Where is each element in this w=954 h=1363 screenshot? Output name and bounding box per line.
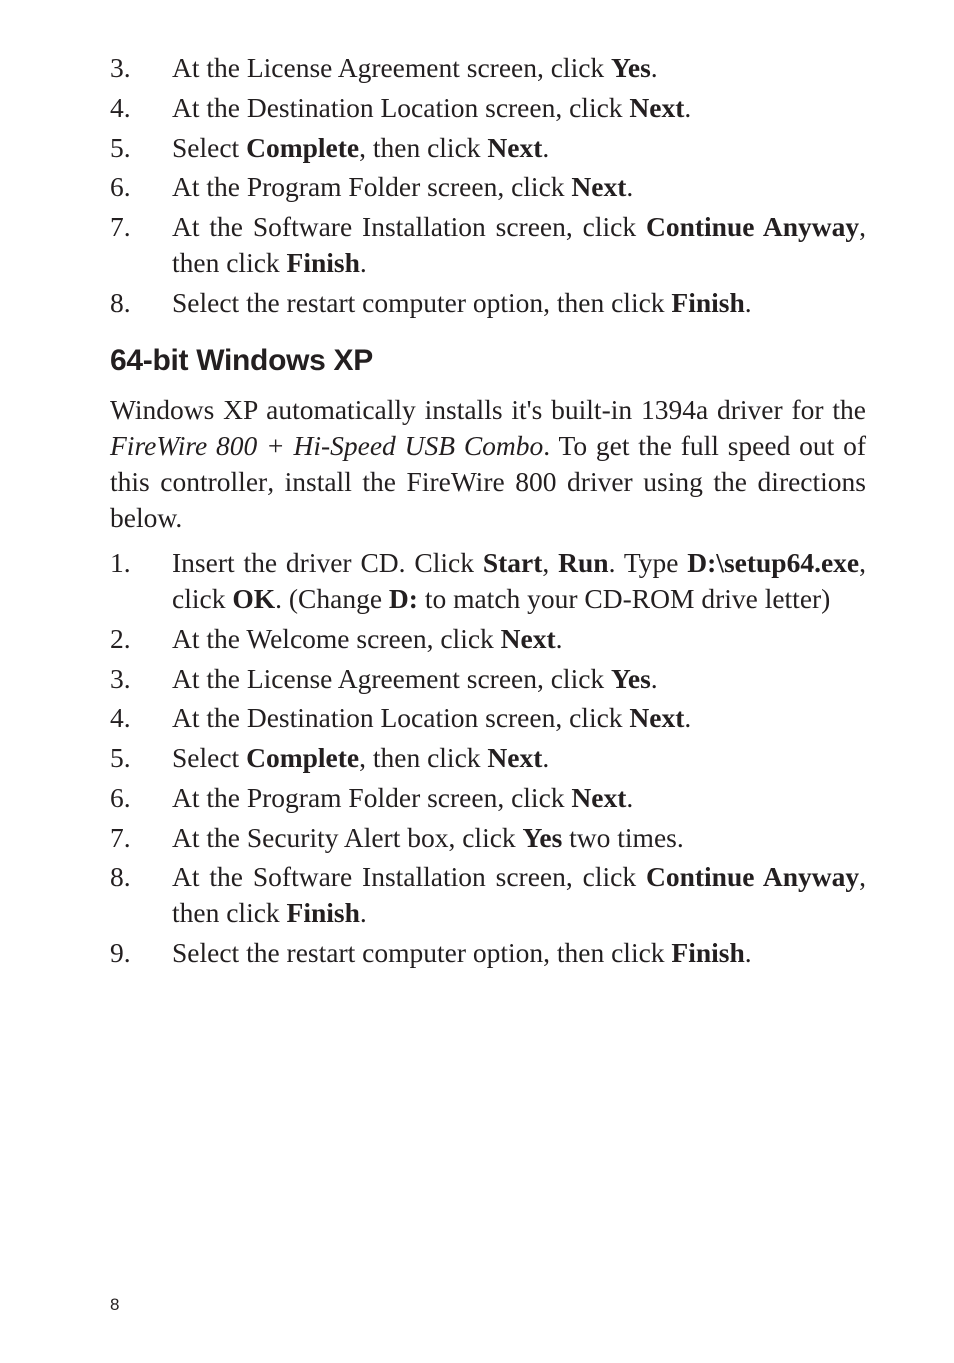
item-text: At the License Agreement screen, click Y… (172, 661, 866, 697)
item-text: At the Software Installation screen, cli… (172, 859, 866, 931)
item-text: At the Software Installation screen, cli… (172, 209, 866, 281)
item-text: At the Destination Location screen, clic… (172, 90, 866, 126)
item-number: 3. (110, 50, 172, 86)
item-text: At the Program Folder screen, click Next… (172, 169, 866, 205)
section-heading: 64-bit Windows XP (110, 344, 866, 378)
item-number: 9. (110, 935, 172, 971)
list-item: 8. At the Software Installation screen, … (110, 859, 866, 931)
item-text: At the Security Alert box, click Yes two… (172, 820, 866, 856)
list-item: 9. Select the restart computer option, t… (110, 935, 866, 971)
item-number: 3. (110, 661, 172, 697)
item-text: At the Destination Location screen, clic… (172, 700, 866, 736)
item-text: At the Program Folder screen, click Next… (172, 780, 866, 816)
item-number: 6. (110, 780, 172, 816)
list-item: 4. At the Destination Location screen, c… (110, 700, 866, 736)
list-item: 3. At the License Agreement screen, clic… (110, 661, 866, 697)
numbered-list-bottom: 1. Insert the driver CD. Click Start, Ru… (110, 545, 866, 970)
item-number: 5. (110, 740, 172, 776)
item-text: At the Welcome screen, click Next. (172, 621, 866, 657)
item-text: Select Complete, then click Next. (172, 740, 866, 776)
item-number: 5. (110, 130, 172, 166)
list-item: 3. At the License Agreement screen, clic… (110, 50, 866, 86)
list-item: 8. Select the restart computer option, t… (110, 285, 866, 321)
list-item: 6. At the Program Folder screen, click N… (110, 169, 866, 205)
intro-paragraph: Windows XP automatically installs it's b… (110, 392, 866, 535)
item-text: Select Complete, then click Next. (172, 130, 866, 166)
item-text: At the License Agreement screen, click Y… (172, 50, 866, 86)
list-item: 4. At the Destination Location screen, c… (110, 90, 866, 126)
item-number: 6. (110, 169, 172, 205)
list-item: 7. At the Security Alert box, click Yes … (110, 820, 866, 856)
page-number: 8 (110, 1295, 119, 1315)
list-item: 5. Select Complete, then click Next. (110, 740, 866, 776)
list-item: 6. At the Program Folder screen, click N… (110, 780, 866, 816)
item-text: Select the restart computer option, then… (172, 935, 866, 971)
list-item: 1. Insert the driver CD. Click Start, Ru… (110, 545, 866, 617)
list-item: 7. At the Software Installation screen, … (110, 209, 866, 281)
list-item: 5. Select Complete, then click Next. (110, 130, 866, 166)
item-number: 1. (110, 545, 172, 617)
item-text: Insert the driver CD. Click Start, Run. … (172, 545, 866, 617)
numbered-list-top: 3. At the License Agreement screen, clic… (110, 50, 866, 320)
item-text: Select the restart computer option, then… (172, 285, 866, 321)
item-number: 4. (110, 90, 172, 126)
item-number: 7. (110, 820, 172, 856)
item-number: 7. (110, 209, 172, 281)
item-number: 2. (110, 621, 172, 657)
list-item: 2. At the Welcome screen, click Next. (110, 621, 866, 657)
item-number: 8. (110, 859, 172, 931)
item-number: 8. (110, 285, 172, 321)
item-number: 4. (110, 700, 172, 736)
